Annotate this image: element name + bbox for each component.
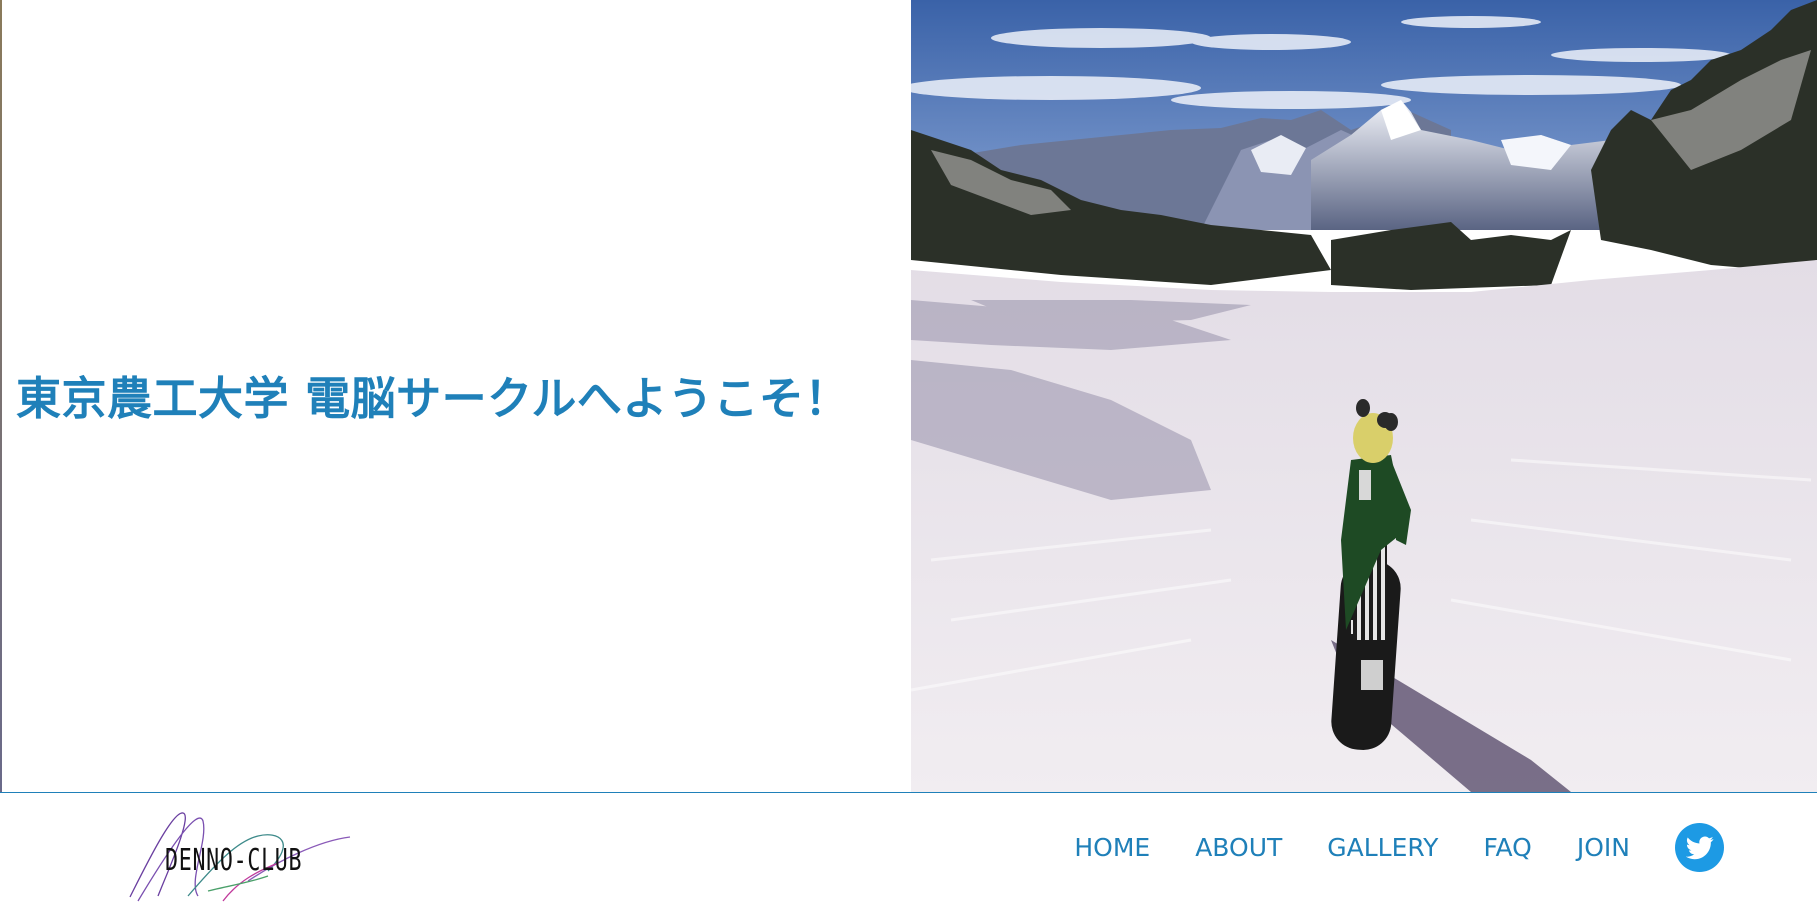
nav-links: HOME ABOUT GALLERY FAQ JOIN	[1074, 793, 1817, 902]
nav-about-link[interactable]: ABOUT	[1195, 833, 1282, 862]
denno-club-logo[interactable]: DENNO-CLUB	[128, 801, 353, 902]
hero-section: 東京農工大学 電脳サークルへようこそ！	[0, 0, 1817, 792]
nav-home-link[interactable]: HOME	[1074, 833, 1150, 862]
welcome-heading: 東京農工大学 電脳サークルへようこそ！	[16, 372, 850, 425]
nav-faq-link[interactable]: FAQ	[1483, 833, 1531, 862]
nav-join-link[interactable]: JOIN	[1577, 833, 1630, 862]
nav-gallery-link[interactable]: GALLERY	[1327, 833, 1438, 862]
navbar: DENNO-CLUB HOME ABOUT GALLERY FAQ JOIN	[0, 793, 1817, 902]
page: 東京農工大学 電脳サークルへようこそ！ DENNO-CLUB HOME ABOU…	[0, 0, 1817, 902]
twitter-button[interactable]	[1675, 823, 1724, 872]
twitter-icon	[1685, 835, 1714, 859]
snowboarder-scene-image	[911, 0, 1817, 792]
hero-text-panel: 東京農工大学 電脳サークルへようこそ！	[2, 0, 911, 792]
logo-text: DENNO-CLUB	[165, 843, 303, 878]
hero-image	[911, 0, 1817, 792]
